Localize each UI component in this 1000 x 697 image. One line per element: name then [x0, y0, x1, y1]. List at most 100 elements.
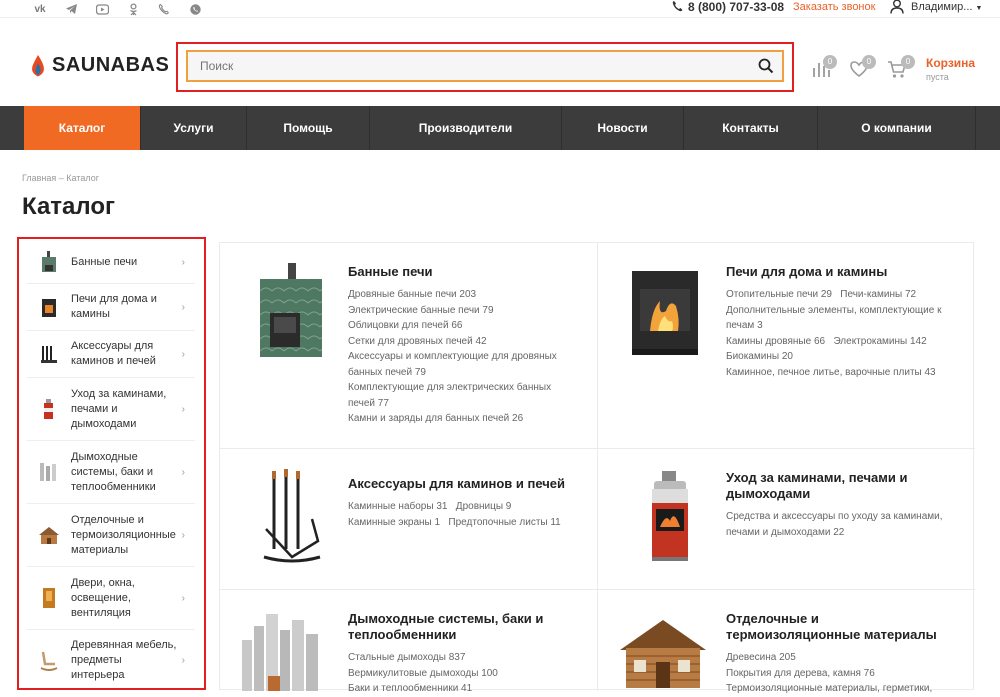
telegram-icon[interactable] [64, 2, 78, 16]
subcategory-link[interactable]: Каминное, печное литье, варочные плиты 4… [726, 365, 956, 381]
fireplace-tools-image[interactable] [252, 469, 342, 569]
sidebar-item-furniture[interactable]: Деревянная мебель, предметы интерьера › [27, 630, 195, 690]
search-input[interactable] [188, 52, 748, 80]
sidebar-item-accessories[interactable]: Аксессуары для каминов и печей › [27, 331, 195, 378]
sidebar-item-care[interactable]: Уход за каминами, печами и дымоходами › [27, 378, 195, 441]
subcategory-link[interactable]: Дровяные банные печи 203 [348, 287, 573, 303]
viber-icon[interactable] [157, 2, 171, 16]
category-links: Средства и аксессуары по уходу за камина… [726, 509, 956, 540]
subcategory-link[interactable]: Вермикулитовые дымоходы 100 [348, 666, 578, 682]
category-card: Уход за каминами, печами и дымоходами Ср… [598, 449, 975, 590]
subcategory-link[interactable]: Баки и теплообменники 41 [348, 681, 578, 697]
category-title[interactable]: Банные печи [348, 264, 433, 280]
category-card: Аксессуары для каминов и печей Каминные … [220, 449, 598, 590]
breadcrumb[interactable]: Главная – Каталог [22, 173, 99, 183]
callback-link[interactable]: Заказать звонок [793, 1, 875, 13]
subcategory-link[interactable]: Отопительные печи 29 [726, 289, 832, 300]
subcategory-link[interactable]: Древесина 205 [726, 650, 961, 666]
nav-news[interactable]: Новости [562, 106, 684, 150]
subcategory-link[interactable]: Средства и аксессуары по уходу за камина… [726, 509, 956, 540]
subcategory-link[interactable]: Камины дровяные 66 [726, 336, 825, 347]
cart-title[interactable]: Корзина [926, 56, 975, 70]
sidebar-item-label: Печи для дома и камины [71, 293, 157, 320]
search-icon[interactable] [758, 58, 774, 74]
nav-help[interactable]: Помощь [247, 106, 370, 150]
sauna-stove-image[interactable] [248, 261, 338, 361]
category-title[interactable]: Дымоходные системы, баки и теплообменник… [348, 611, 568, 643]
sidebar-item-sauna-stoves[interactable]: Банные печи › [27, 241, 195, 284]
category-grid: Банные печи Дровяные банные печи 203 Эле… [219, 242, 975, 694]
chevron-right-icon: › [181, 256, 185, 268]
subcategory-link[interactable]: Дополнительные элементы, комплектующие к… [726, 303, 956, 334]
category-links: Дровяные банные печи 203 Электрические б… [348, 287, 573, 427]
category-card: Печи для дома и камины Отопительные печи… [598, 243, 975, 449]
subcategory-link[interactable]: Каминные экраны 1 [348, 517, 440, 528]
subcategory-link[interactable]: Камни и заряды для банных печей 26 [348, 411, 573, 427]
youtube-icon[interactable] [95, 2, 109, 16]
subcategory-link[interactable]: Печи-камины 72 [840, 289, 916, 300]
phone-number[interactable]: 8 (800) 707-33-08 [688, 0, 784, 14]
spray-can-thumb [44, 399, 53, 419]
caret-down-icon: ▼ [975, 5, 983, 12]
spray-can-image[interactable] [626, 469, 716, 569]
phone-icon [672, 0, 683, 15]
wooden-house-thumb [39, 527, 59, 544]
category-card: Отделочные и термоизоляционные материалы… [598, 590, 975, 694]
sidebar-item-chimneys[interactable]: Дымоходные системы, баки и теплообменник… [27, 441, 195, 504]
sidebar-item-doors[interactable]: Двери, окна, освещение, вентиляция › [27, 567, 195, 630]
subcategory-link[interactable]: Стальные дымоходы 837 [348, 650, 578, 666]
category-card: Дымоходные системы, баки и теплообменник… [220, 590, 598, 694]
sidebar-item-label: Двери, окна, освещение, вентиляция [71, 576, 135, 619]
odnoklassniki-icon[interactable] [126, 2, 140, 16]
top-bar: vk 8 (800) 707-33-08 Заказать звонок Вла… [0, 0, 1000, 18]
subcategory-link[interactable]: Биокамины 20 [726, 349, 956, 365]
category-links: Отопительные печи 29 Печи-камины 72 Допо… [726, 287, 956, 380]
subcategory-link[interactable]: Аксессуары и комплектующие для дровяных … [348, 349, 573, 380]
chevron-right-icon: › [181, 466, 185, 478]
nav-catalog[interactable]: Каталог [24, 106, 141, 150]
subcategory-link[interactable]: Электрокамины 142 [833, 336, 926, 347]
user-icon[interactable] [890, 0, 904, 14]
nav-spacer [0, 106, 24, 150]
fireplace-image[interactable] [620, 261, 710, 361]
chevron-right-icon: › [181, 654, 185, 666]
subcategory-link[interactable]: Каминные наборы 31 [348, 501, 447, 512]
subcategory-link[interactable]: Дровницы 9 [456, 501, 512, 512]
nav-about[interactable]: О компании [818, 106, 976, 150]
user-menu[interactable]: Владимир... ▼ [911, 1, 982, 13]
chimney-pipes-image[interactable] [238, 610, 328, 691]
sidebar-item-home-stoves[interactable]: Печи для дома и камины › [27, 284, 195, 331]
category-title[interactable]: Печи для дома и камины [726, 264, 887, 280]
nav-services[interactable]: Услуги [141, 106, 247, 150]
logo-text: SAUNABAS [52, 54, 170, 76]
fireplace-tools-thumb [41, 346, 57, 363]
compare-count: 0 [823, 55, 837, 69]
category-title[interactable]: Уход за каминами, печами и дымоходами [726, 470, 946, 502]
category-title[interactable]: Отделочные и термоизоляционные материалы [726, 611, 956, 643]
subcategory-link[interactable]: Комплектующие для электрических банных п… [348, 380, 573, 411]
logo[interactable]: SAUNABAS [30, 54, 169, 77]
sidebar-item-label: Деревянная мебель, предметы интерьера [71, 638, 177, 681]
subcategory-link[interactable]: Покрытия для дерева, камня 76 [726, 666, 961, 682]
sidebar-item-label: Отделочные и термоизоляционные материалы [71, 513, 176, 556]
whatsapp-icon[interactable] [188, 2, 202, 16]
wooden-house-image[interactable] [618, 614, 708, 691]
category-title[interactable]: Аксессуары для каминов и печей [348, 476, 565, 492]
page-title: Каталог [22, 193, 115, 220]
nav-contacts[interactable]: Контакты [684, 106, 818, 150]
category-card: Банные печи Дровяные банные печи 203 Эле… [220, 243, 598, 449]
favorites-count: 0 [862, 55, 876, 69]
sidebar-item-label: Аксессуары для каминов и печей [71, 340, 156, 367]
sidebar-item-finishing[interactable]: Отделочные и термоизоляционные материалы… [27, 504, 195, 567]
chevron-right-icon: › [181, 592, 185, 604]
subcategory-link[interactable]: Сетки для дровяных печей 42 [348, 334, 573, 350]
sidebar-item-label: Банные печи [71, 255, 138, 268]
subcategory-link[interactable]: Облицовки для печей 66 [348, 318, 573, 334]
vk-icon[interactable]: vk [33, 2, 47, 16]
subcategory-link[interactable]: Термоизоляционные материалы, герметики, [726, 681, 961, 697]
fireplace-thumb [42, 299, 56, 317]
main-nav: Каталог Услуги Помощь Производители Ново… [0, 106, 1000, 150]
subcategory-link[interactable]: Электрические банные печи 79 [348, 303, 573, 319]
subcategory-link[interactable]: Предтопочные листы 11 [448, 517, 560, 528]
nav-manufacturers[interactable]: Производители [370, 106, 562, 150]
